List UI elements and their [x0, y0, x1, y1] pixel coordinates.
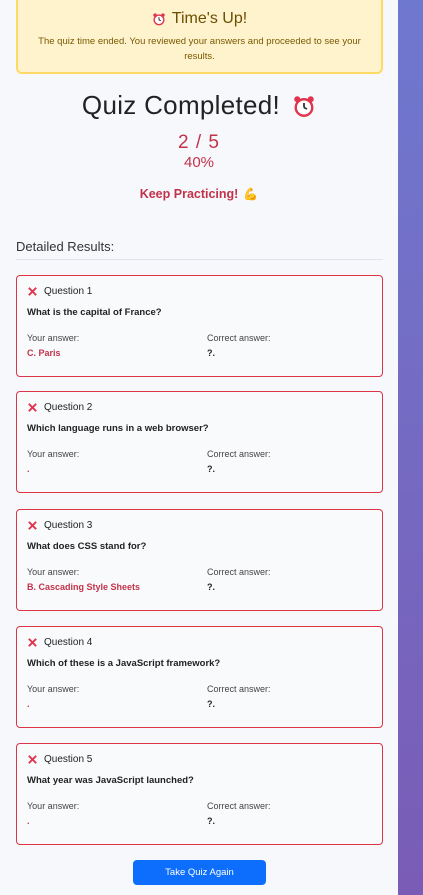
question-result: Question 2 Which language runs in a web … [16, 391, 383, 493]
alarm-clock-icon [153, 13, 165, 26]
page-title-row: Quiz Completed! [0, 90, 398, 121]
flexed-bicep-icon: 💪 [243, 187, 259, 201]
close-icon [28, 638, 37, 647]
take-quiz-again-button[interactable]: Take Quiz Again [133, 860, 266, 885]
results-card: Time's Up! The quiz time ended. You revi… [0, 0, 398, 895]
question-text: Which language runs in a web browser? [27, 423, 209, 434]
correct-answer-label: Correct answer: [207, 801, 271, 811]
question-header: Question 4 [27, 637, 92, 648]
your-answer-value: . [27, 816, 30, 826]
question-label: Question 2 [44, 402, 93, 413]
question-result: Question 4 Which of these is a JavaScrip… [16, 626, 383, 728]
question-text: What does CSS stand for? [27, 541, 147, 552]
close-icon [28, 403, 37, 412]
your-answer-value: . [27, 699, 30, 709]
question-label: Question 1 [44, 286, 93, 297]
correct-answer-label: Correct answer: [207, 567, 271, 577]
question-header: Question 1 [27, 286, 92, 297]
question-label: Question 4 [44, 637, 93, 648]
score: 2 / 5 [178, 132, 220, 153]
correct-answer-label: Correct answer: [207, 449, 271, 459]
question-result: Question 1 What is the capital of France… [16, 275, 383, 377]
your-answer-value: . [27, 464, 30, 474]
result-message: Keep Practicing! 💪 [0, 187, 398, 201]
question-text: What year was JavaScript launched? [27, 775, 194, 786]
your-answer-label: Your answer: [27, 684, 80, 694]
question-label: Question 3 [44, 520, 93, 531]
result-message-text: Keep Practicing! [139, 187, 239, 201]
close-icon [28, 755, 37, 764]
your-answer-value: B. Cascading Style Sheets [27, 582, 141, 592]
close-icon [28, 287, 37, 296]
question-text: Which of these is a JavaScript framework… [27, 658, 221, 669]
your-answer-label: Your answer: [27, 567, 80, 577]
question-text: What is the capital of France? [27, 307, 162, 318]
page-title: Quiz Completed! [81, 90, 281, 120]
your-answer-value: C. Paris [27, 348, 61, 358]
time-up-title: Time's Up! [171, 10, 248, 27]
correct-answer-value: ?. [207, 699, 215, 709]
question-result: Question 3 What does CSS stand for? Your… [16, 509, 383, 611]
question-header: Question 5 [27, 754, 92, 765]
correct-answer-label: Correct answer: [207, 684, 271, 694]
your-answer-label: Your answer: [27, 449, 80, 459]
correct-answer-value: ?. [207, 348, 215, 358]
correct-answer-value: ?. [207, 582, 215, 592]
detailed-results-heading: Detailed Results: [16, 239, 383, 260]
question-header: Question 3 [27, 520, 92, 531]
correct-answer-label: Correct answer: [207, 333, 271, 343]
alarm-clock-icon [294, 95, 314, 117]
time-up-alert: Time's Up! The quiz time ended. You revi… [16, 0, 383, 74]
correct-answer-value: ?. [207, 464, 215, 474]
score-percent: 40% [183, 154, 215, 171]
your-answer-label: Your answer: [27, 801, 80, 811]
close-icon [28, 521, 37, 530]
your-answer-label: Your answer: [27, 333, 80, 343]
correct-answer-value: ?. [207, 816, 215, 826]
question-header: Question 2 [27, 402, 92, 413]
time-up-heading: Time's Up! [18, 10, 381, 28]
question-result: Question 5 What year was JavaScript laun… [16, 743, 383, 845]
question-label: Question 5 [44, 754, 93, 765]
time-up-text: The quiz time ended. You reviewed your a… [38, 36, 361, 62]
